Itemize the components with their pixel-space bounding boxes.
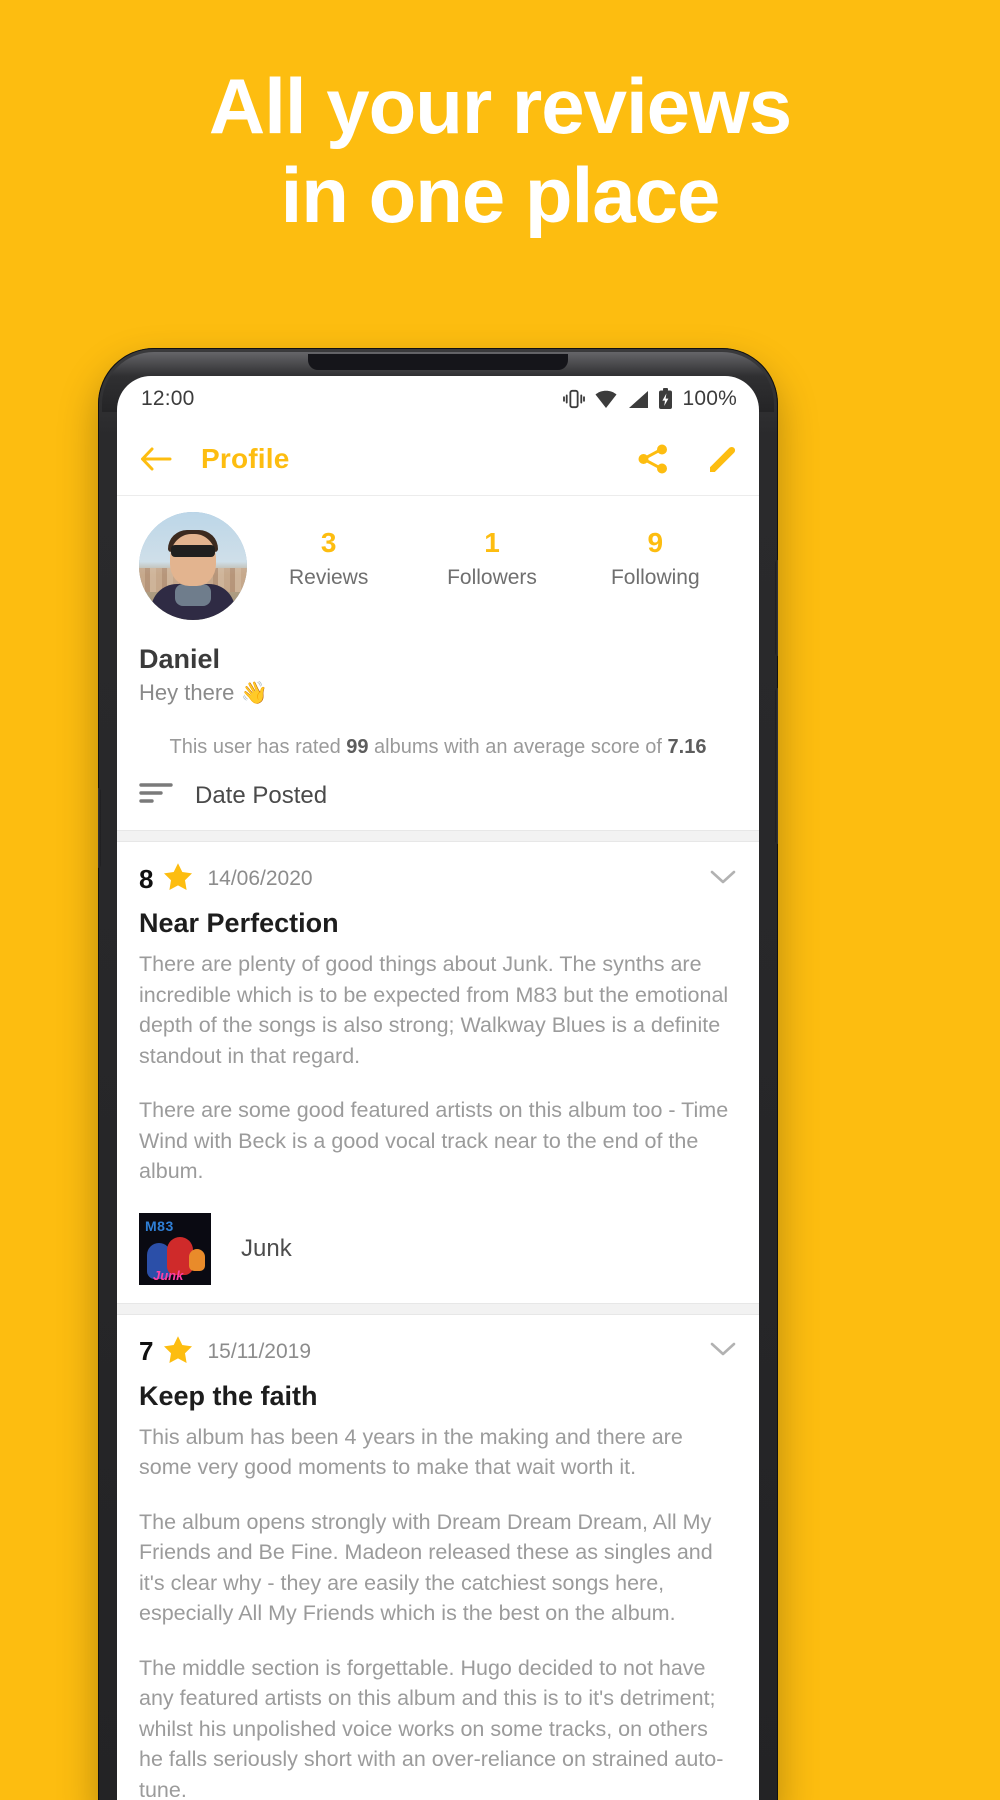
avatar[interactable] [139,512,247,620]
back-arrow-icon[interactable] [139,446,173,472]
battery-percent: 100% [682,387,737,410]
album-card[interactable]: M83 Junk Junk [139,1212,737,1285]
promo-headline: All your reviews in one place [0,62,1000,240]
review-paragraph: The album opens strongly with Dream Drea… [139,1509,713,1626]
vibrate-icon [563,389,586,409]
star-icon [163,862,193,896]
album-cover-artist: M83 [145,1217,174,1234]
chevron-down-icon[interactable] [709,1340,737,1363]
wifi-icon [594,390,618,409]
star-icon [163,1335,193,1369]
stat-followers-label: Followers [447,565,537,589]
album-title: Junk [241,1234,292,1262]
rated-prefix: This user has rated [169,736,347,758]
stat-reviews-label: Reviews [288,565,369,589]
review-date: 14/06/2020 [207,867,313,890]
profile-header: 3 Reviews 1 Followers 9 Following Daniel… [117,496,759,830]
album-cover-title: Junk [153,1267,184,1283]
review-paragraph: This album has been 4 years in the makin… [139,1424,683,1480]
rated-count: 99 [346,736,369,758]
review-date: 15/11/2019 [207,1339,312,1363]
volume-button[interactable] [775,688,778,844]
stat-followers[interactable]: 1 Followers [410,526,573,590]
status-time: 12:00 [141,387,195,410]
rated-summary: This user has rated 99 albums with an av… [139,736,737,759]
review-item[interactable]: 8 14/06/2020 Near Perfection There are p… [117,842,759,1303]
profile-top-row: 3 Reviews 1 Followers 9 Following [139,512,737,620]
headline-line-1: All your reviews [208,62,792,150]
stat-followers-value: 1 [484,527,500,558]
stat-following-value: 9 [647,527,664,558]
sort-control[interactable]: Date Posted [139,759,737,830]
app-bar: Profile [117,422,759,496]
phone-screen: 12:00 100% Profile 3 Reviews 1 Followers… [117,376,759,1800]
review-title: Keep the faith [139,1380,318,1411]
review-rating: 7 [139,1336,154,1367]
rated-average: 7.16 [667,736,707,758]
share-icon[interactable] [637,443,669,475]
headline-line-2: in one place [280,150,721,239]
assistant-button[interactable] [98,788,101,868]
page-title: Profile [201,442,290,474]
stat-reviews-value: 3 [320,527,337,558]
review-header: 7 15/11/2019 [139,1335,737,1369]
stat-reviews[interactable]: 3 Reviews [247,526,410,590]
stat-following-label: Following [610,565,700,589]
review-paragraph: There are plenty of good things about Ju… [139,952,729,1068]
battery-charging-icon [658,388,673,410]
rated-middle: albums with an average score of [368,736,668,758]
review-paragraph: The middle section is forgettable. Hugo … [139,1655,724,1800]
profile-bio: Hey there 👋 [139,680,268,705]
app-bar-actions [637,443,739,475]
sort-label: Date Posted [195,781,328,809]
stat-following[interactable]: 9 Following [574,526,737,590]
status-bar: 12:00 100% [117,376,759,422]
section-divider [117,830,759,842]
phone-speaker-notch [308,354,568,370]
power-button[interactable] [775,560,778,656]
sort-icon [139,781,173,810]
review-item[interactable]: 7 15/11/2019 Keep the faith This album h… [117,1314,759,1800]
phone-mockup: 12:00 100% Profile 3 Reviews 1 Followers… [98,348,778,1800]
section-divider [117,1302,759,1315]
status-icons: 100% [563,387,737,411]
review-header: 8 14/06/2020 [139,862,737,896]
review-title: Near Perfection [139,908,339,938]
signal-icon [627,390,649,409]
album-cover-art: M83 Junk [139,1212,211,1285]
review-paragraph: There are some good featured artists on … [139,1098,729,1184]
review-rating: 8 [139,863,154,894]
profile-stats: 3 Reviews 1 Followers 9 Following [247,512,737,590]
profile-name: Daniel [139,644,221,674]
edit-icon[interactable] [707,443,739,475]
chevron-down-icon[interactable] [709,868,737,891]
